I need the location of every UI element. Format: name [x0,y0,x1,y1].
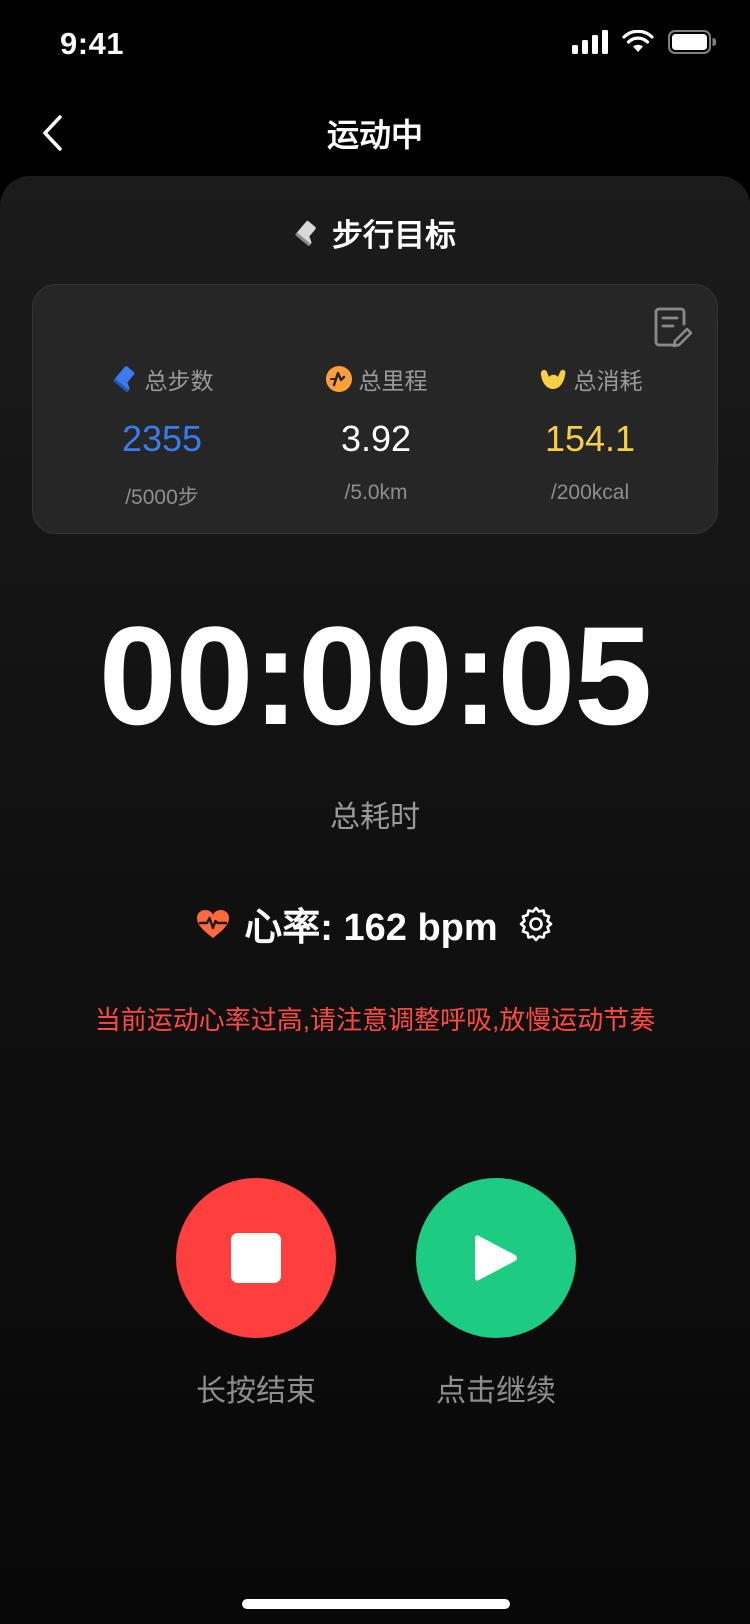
stat-calories-value: 154.1 [544,418,636,459]
nav-bar: 运动中 [0,92,750,174]
gear-icon [519,906,552,941]
wifi-icon [622,30,654,52]
resume-control: 点击继续 [416,1178,576,1410]
stat-steps: 总步数 2355 /5000步 [48,363,276,511]
stat-distance-label: 总里程 [358,368,428,394]
home-indicator [242,1599,510,1609]
status-icons [572,30,716,54]
stats-card: 总步数 2355 /5000步 总里程 3.92 /5.0km 总消耗 154.… [32,284,718,534]
stat-distance-target: /5.0km [344,481,408,504]
stat-steps-label: 总步数 [144,368,214,394]
status-bar: 9:41 [0,0,750,92]
battery-icon [668,30,716,54]
page-title: 运动中 [326,117,423,153]
stop-control: 长按结束 [176,1178,336,1410]
heart-pulse-icon [197,909,230,938]
cellular-signal-icon [572,30,608,54]
edit-goal-button[interactable] [653,307,693,349]
stop-button-label: 长按结束 [196,1375,316,1408]
resume-button-label: 点击继续 [436,1375,556,1408]
stat-calories: 总消耗 154.1 /200kcal [476,363,704,505]
stat-distance-value: 3.92 [340,418,412,459]
stat-steps-value: 2355 [121,418,203,459]
stat-distance: 总里程 3.92 /5.0km [262,363,490,505]
workout-panel: 步行目标 总步数 2355 /5000步 总里程 3.92 /5.0km 总消耗… [0,176,750,1624]
elapsed-timer-label: 总耗时 [330,801,420,834]
elapsed-timer: 00:00:05 [98,597,652,754]
shoe-icon [112,366,134,393]
edit-note-icon [654,307,693,348]
heart-rate-value: 心率: 162 bpm [244,907,498,949]
stat-calories-label: 总消耗 [573,368,643,394]
heart-rate-warning: 当前运动心率过高,请注意调整呼吸,放慢运动节奏 [94,1005,656,1035]
stat-calories-target: /200kcal [550,481,630,504]
goal-title: 步行目标 [0,210,750,255]
stop-button[interactable] [176,1178,336,1338]
goal-title-text: 步行目标 [332,218,456,253]
play-icon [475,1235,517,1281]
resume-button[interactable] [416,1178,576,1338]
heart-rate-settings-button[interactable] [518,906,554,942]
distance-icon [325,366,352,392]
heart-rate-row: 心率: 162 bpm [0,896,750,951]
status-time: 9:41 [60,26,125,61]
stop-icon [231,1233,281,1283]
muscle-icon [540,369,565,389]
stat-steps-target: /5000步 [125,486,199,509]
shoe-icon [295,220,316,246]
